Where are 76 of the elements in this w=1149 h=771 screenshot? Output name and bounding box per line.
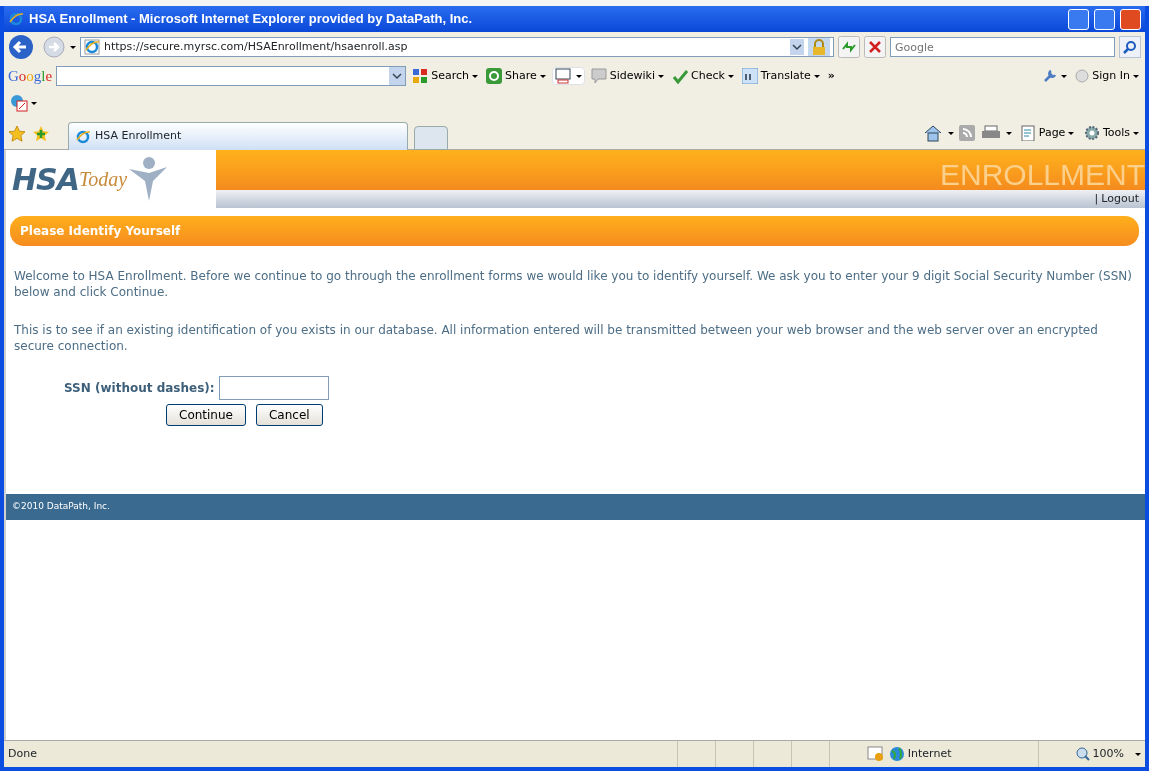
intro-paragraph: This is to see if an existing identification of you exists in our database. All information entered will be transmitted between your web browser and the web server over an encrypted secure connection. (14, 322, 1099, 354)
caret-icon (575, 74, 582, 78)
caret-icon (727, 74, 734, 78)
ssn-field[interactable] (218, 376, 329, 400)
caret-icon (539, 74, 546, 78)
close-button[interactable] (1120, 8, 1141, 30)
toolbar-button[interactable]: Translate (739, 67, 822, 85)
zone-text: Internet (907, 745, 953, 762)
caret-icon (1133, 131, 1139, 135)
pdf-button[interactable] (8, 94, 39, 112)
favorites-star-icon[interactable] (8, 125, 26, 143)
page-icon (84, 39, 100, 55)
spellcheck-icon (672, 68, 688, 84)
caret-icon (658, 74, 664, 78)
sign-in-button[interactable]: Sign In (1073, 67, 1141, 85)
address-field[interactable]: https://secure.myrsc.com/HSAEnrollment/hsaenroll.asp (80, 37, 834, 57)
search-logo-icon (412, 68, 429, 84)
intro-paragraph: Welcome to HSA Enrollment. Before we continue to go through the enrollment forms we would like you to identify yourself. We ask you to enter your 9 digit Social Security Number (SSN) below and click Continue. (14, 268, 1133, 300)
toolbar-button[interactable]: Sidewiki (588, 67, 666, 85)
zoom-level[interactable]: 100% (1092, 745, 1124, 763)
page-icon (1019, 125, 1036, 141)
separator-text: | (1094, 190, 1099, 207)
circle-icon (1075, 69, 1090, 83)
caret-icon (1068, 131, 1075, 135)
minimize-button[interactable] (1068, 8, 1089, 30)
printer-icon[interactable] (980, 125, 1001, 141)
pdf-globe-icon (10, 94, 28, 112)
stop-icon[interactable] (864, 36, 886, 58)
caret-icon[interactable] (1006, 131, 1013, 135)
monitor-button[interactable] (551, 67, 585, 85)
dropdown-icon[interactable] (389, 67, 406, 85)
browser-tab[interactable]: HSA Enrollment (68, 122, 408, 150)
form-button[interactable]: Cancel (255, 404, 323, 426)
window-title: HSA Enrollment - Microsoft Internet Explorer provided by DataPath, Inc. (29, 10, 474, 29)
toolbar-button[interactable]: Share (484, 67, 548, 85)
command-button[interactable]: Page (1017, 124, 1077, 142)
dropdown-icon[interactable] (790, 39, 804, 55)
caret-icon[interactable] (1135, 752, 1141, 756)
browser-logo-icon (75, 128, 91, 145)
section-title: Please Identify Yourself (10, 216, 1139, 246)
toolbar-button[interactable]: Check (670, 67, 736, 85)
caret-icon (472, 74, 478, 78)
caret-icon[interactable] (70, 45, 76, 49)
toolbar-search-field[interactable] (56, 66, 407, 86)
globe-icon (889, 746, 906, 762)
home-icon[interactable] (924, 124, 943, 142)
url-text: https://secure.myrsc.com/HSAEnrollment/hsaenroll.asp (104, 38, 409, 55)
add-favorite-icon[interactable] (32, 125, 50, 143)
footer-text: ©2010 DataPath, Inc. (6, 494, 1145, 520)
refresh-icon[interactable] (838, 36, 860, 58)
caret-icon (1061, 74, 1068, 78)
monitor-icon (554, 68, 573, 84)
search-button[interactable] (1119, 36, 1141, 58)
form-button[interactable]: Continue (166, 404, 246, 426)
search-field[interactable]: Google (890, 37, 1115, 57)
caret-icon (813, 74, 820, 78)
caret-icon[interactable] (947, 131, 954, 135)
google-logo: Google (8, 66, 53, 86)
gear-icon (1083, 125, 1100, 141)
speech-bubble-icon (590, 68, 607, 84)
wrench-icon (1042, 68, 1059, 84)
browser-logo-icon (8, 11, 24, 27)
caret-icon (1133, 74, 1139, 78)
zoom-icon[interactable] (1075, 747, 1090, 761)
search-icon (1123, 40, 1137, 54)
banner-title: ENROLLMENT (939, 160, 1145, 190)
caret-icon (31, 101, 37, 105)
lock-icon (808, 38, 830, 56)
command-button[interactable]: Tools (1081, 124, 1141, 142)
share-icon (486, 68, 502, 84)
logout-link[interactable]: Logout (1101, 190, 1139, 208)
status-text: Done (8, 745, 38, 762)
toolbar-button[interactable]: Search (410, 67, 480, 85)
ssn-label: SSN (without dashes): (64, 380, 215, 397)
more-button[interactable]: » (825, 67, 837, 85)
maximize-button[interactable] (1094, 8, 1115, 30)
